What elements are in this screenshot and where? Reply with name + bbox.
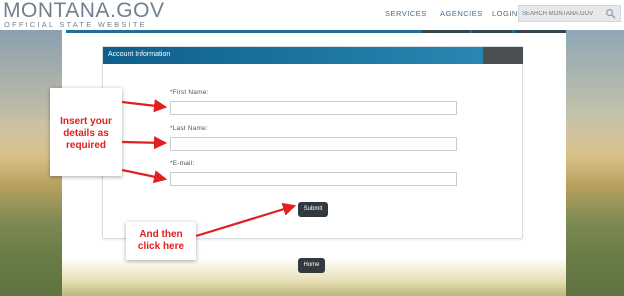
last-name-label: *Last Name: (170, 125, 208, 132)
email-input[interactable] (170, 172, 457, 186)
first-name-label: *First Name: (170, 89, 209, 96)
callout-line: details as (63, 128, 109, 139)
search-input[interactable] (522, 9, 604, 19)
header-tab-dark-1 (422, 30, 470, 33)
callout-line: click here (137, 241, 185, 252)
callout-line: Insert your (60, 116, 112, 127)
card-title: Account Information (108, 51, 171, 58)
card-header-accent (483, 47, 523, 64)
nav-login[interactable]: LOGIN (492, 9, 518, 19)
nav-services[interactable]: SERVICES (385, 9, 427, 19)
card-header: Account Information (103, 47, 483, 64)
click-here-callout: And then click here (126, 222, 196, 260)
header-tab-dark-3 (515, 30, 566, 33)
first-name-input[interactable] (170, 101, 457, 115)
nav-agencies[interactable]: AGENCIES (440, 9, 483, 19)
site-logo[interactable]: MONTANA.GOV (3, 0, 164, 22)
site-logo-subtitle: OFFICIAL STATE WEBSITE (4, 20, 147, 29)
callout-line: And then (139, 229, 183, 240)
search-icon[interactable] (605, 8, 616, 19)
callout-line: required (65, 140, 106, 151)
email-label: *E-mail: (170, 160, 195, 167)
header-tab-dark-2 (472, 30, 512, 33)
search-box (518, 5, 621, 22)
account-information-card: Account Information *First Name: *Last N… (102, 46, 523, 239)
submit-button[interactable]: Submit (298, 202, 328, 217)
background-sky-right (566, 30, 624, 120)
home-button[interactable]: Home (298, 258, 325, 273)
site-header: MONTANA.GOV OFFICIAL STATE WEBSITE SERVI… (0, 0, 624, 30)
insert-details-callout: Insert your details as required (50, 88, 122, 176)
last-name-input[interactable] (170, 137, 457, 151)
